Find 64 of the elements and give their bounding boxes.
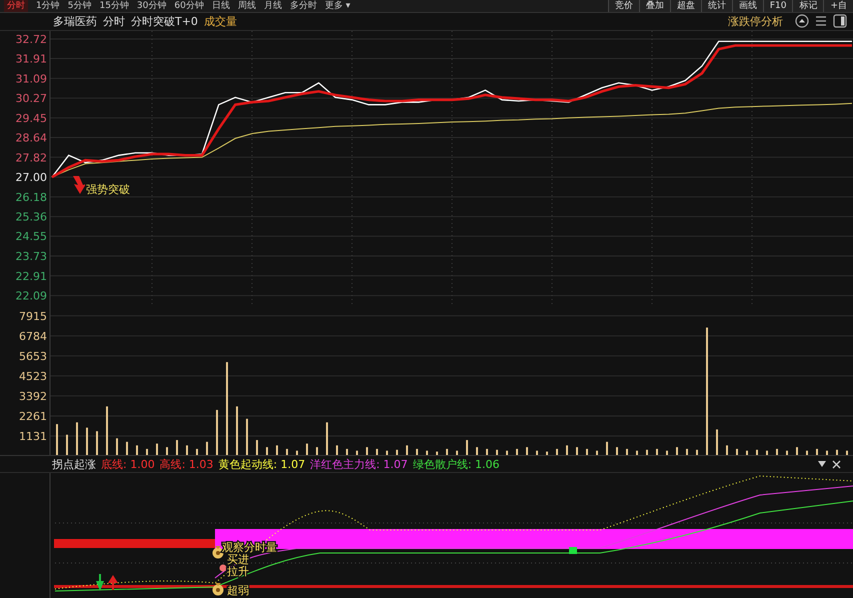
- period-tab[interactable]: 日线: [212, 0, 230, 12]
- toolbar-button[interactable]: 叠加: [638, 0, 670, 12]
- axis-label: 2261: [19, 409, 47, 422]
- axis-label: 31.91: [16, 52, 47, 66]
- axis-label: 28.64: [16, 131, 47, 144]
- axis-label: 23.73: [16, 250, 47, 263]
- period-tab[interactable]: 1分钟: [36, 0, 60, 12]
- indicator-value: 洋红色主力线: 1.07: [310, 456, 408, 472]
- caret-down-icon[interactable]: [817, 460, 827, 468]
- period-tab[interactable]: 60分钟: [174, 0, 204, 12]
- axis-label: 24.55: [16, 230, 47, 244]
- axis-label: 1131: [19, 429, 47, 442]
- indicator-value: 黄色起动线: 1.07: [218, 456, 306, 472]
- money-bag-icon: [212, 546, 224, 559]
- toolbar-button[interactable]: 标记: [792, 0, 824, 12]
- toolbar-button[interactable]: F10: [762, 0, 792, 12]
- money-bag-icon: [212, 583, 224, 596]
- axis-label: 7915: [19, 309, 47, 322]
- axis-label: 22.09: [16, 290, 47, 303]
- toolbar-button[interactable]: 竞价: [608, 0, 639, 12]
- indicator-value: 高线: 1.03: [160, 456, 214, 472]
- chart-mode-label: 分时: [103, 14, 125, 29]
- down-arrow-icon: [96, 574, 104, 592]
- toolbar-button[interactable]: 画线: [732, 0, 763, 12]
- panel-icon[interactable]: [833, 14, 847, 28]
- period-tab[interactable]: 30分钟: [136, 0, 166, 12]
- signal-dot: [220, 564, 226, 572]
- axis-label: 5653: [19, 349, 47, 362]
- indicator-label: 分时突破T+0: [131, 14, 198, 29]
- period-tab[interactable]: 15分钟: [99, 0, 129, 12]
- menu-icon[interactable]: [815, 15, 827, 28]
- axis-label: 3392: [19, 389, 47, 402]
- period-tab[interactable]: 分时: [4, 0, 28, 12]
- volume-label[interactable]: 成交量: [204, 14, 237, 29]
- period-tab[interactable]: 更多 ▾: [324, 0, 350, 12]
- analysis-link[interactable]: 涨跌停分析: [728, 14, 783, 29]
- axis-label: 6784: [19, 329, 47, 342]
- signal-label: 拉升: [227, 565, 249, 578]
- chart-annotation: 强势突破: [86, 182, 130, 196]
- close-icon[interactable]: [832, 460, 841, 469]
- axis-label: 4523: [19, 369, 47, 382]
- toolbar-button[interactable]: 统计: [700, 0, 732, 12]
- stock-name: 多瑞医药: [53, 14, 97, 29]
- signal-square: [569, 547, 577, 554]
- signal-label: 超弱: [227, 584, 249, 598]
- indicator-name: 拐点起涨: [52, 456, 96, 472]
- circle-up-icon[interactable]: [795, 14, 809, 28]
- axis-label: 29.45: [16, 112, 47, 125]
- indicator-value: 底线: 1.00: [101, 456, 155, 472]
- period-tab[interactable]: 月线: [264, 0, 282, 12]
- period-tab[interactable]: 5分钟: [68, 0, 92, 12]
- axis-label: 30.27: [16, 92, 47, 106]
- axis-label: 26.18: [16, 190, 47, 204]
- axis-label: 25.36: [16, 210, 47, 224]
- axis-label: 27.82: [16, 151, 47, 164]
- period-tab[interactable]: 周线: [238, 0, 256, 12]
- toolbar-button[interactable]: +自: [823, 0, 853, 12]
- period-tab[interactable]: 多分时: [290, 0, 317, 12]
- axis-label: 22.91: [16, 270, 47, 283]
- axis-label: 32.72: [16, 32, 47, 46]
- axis-label: 27.00: [16, 171, 47, 184]
- axis-label: 31.09: [16, 72, 47, 86]
- toolbar-button[interactable]: 超盘: [670, 0, 701, 12]
- indicator-value: 绿色散户线: 1.06: [412, 456, 500, 472]
